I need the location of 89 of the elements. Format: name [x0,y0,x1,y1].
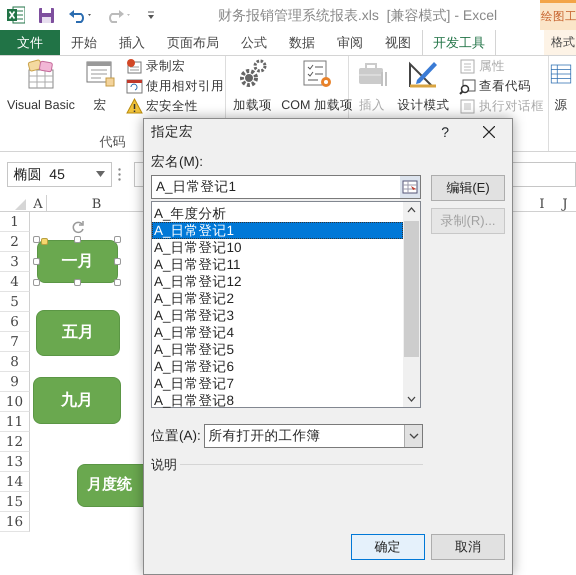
warning-icon [126,98,143,114]
macro-name-field[interactable]: A_日常登记1 [151,175,422,199]
save-icon[interactable] [38,6,54,24]
resize-handle[interactable] [33,258,40,264]
row-header[interactable]: 16 [0,512,30,532]
list-item[interactable]: A_日常登记1 [152,222,404,240]
ribbon-tab[interactable]: 文件 [0,29,60,55]
ribbon-button[interactable]: 宏 [81,56,120,130]
row-header[interactable]: 7 [0,332,30,352]
ribbon-button[interactable]: 源 [549,56,573,151]
ribbon-tab[interactable]: 数据 [278,29,326,55]
dialog-button[interactable]: 取消 [431,534,505,560]
ribbon-tab[interactable]: 插入 [108,29,156,55]
column-header[interactable]: A [30,195,47,211]
close-button[interactable] [483,126,495,138]
more-icon[interactable] [118,168,121,180]
dialog-button[interactable]: 确定 [350,534,424,560]
scroll-down-icon[interactable] [407,396,416,402]
list-item[interactable]: A_日常登记11 [152,256,404,274]
ribbon-tab[interactable]: 格式 [544,29,576,55]
resize-handle[interactable] [114,279,121,286]
list-icon [458,58,476,74]
resize-handle[interactable] [74,279,80,286]
resize-handle[interactable] [74,236,80,243]
picker-button[interactable] [400,176,420,198]
dropdown-arrow-icon [96,171,104,177]
dialog-title: 指定宏 [151,122,193,141]
ribbon-tab[interactable]: 视图 [374,29,422,55]
row-header[interactable]: 15 [0,492,30,512]
row-header[interactable]: 12 [0,432,30,452]
resize-handle[interactable] [33,279,40,286]
resize-handle[interactable] [114,236,121,243]
list-item[interactable]: A_日常登记4 [152,324,404,342]
list-item[interactable]: A_年度分析 [152,205,404,222]
row-header[interactable]: 13 [0,452,30,472]
ribbon-tab[interactable]: 开发工具 [422,28,496,55]
redo-icon [106,7,132,23]
row-header[interactable]: 8 [0,352,30,372]
list-item[interactable]: A_日常登记5 [152,341,404,358]
dialog-button[interactable]: 编辑(E) [431,175,505,201]
checklist-gear-icon [301,58,334,90]
row-header[interactable]: 6 [0,312,30,332]
list-item[interactable]: A_日常登记6 [152,358,404,376]
row-header[interactable]: 10 [0,392,30,412]
column-header[interactable]: I [530,195,554,211]
ribbon-button[interactable]: 使用相对引用 [126,76,224,96]
row-header[interactable]: 3 [0,252,30,272]
list-item[interactable]: A_日常登记7 [152,375,404,392]
ribbon-button[interactable]: 查看代码 [458,76,544,96]
adjust-handle[interactable] [41,238,48,245]
scroll-up-icon[interactable] [407,207,416,213]
window-title: 财务报销管理系统报表.xls [兼容模式] - Excel [216,6,498,25]
ribbon-button[interactable]: Visual Basic [4,56,78,130]
field-label: 宏名(M): [151,152,204,171]
excel-logo-icon[interactable] [6,6,24,24]
list-item[interactable]: A_日常登记10 [152,239,404,256]
column-header[interactable]: J [554,195,576,211]
row-header[interactable]: 11 [0,412,30,432]
list-item[interactable]: A_日常登记3 [152,307,404,324]
close-icon [483,126,495,138]
macro-list[interactable]: A_年度分析 A_日常登记1 A_日常登记10 A_日常登记11 A_日常登记12 A_日常登记2 A_日常登记3 A_日常登记4 A_日常登记5 A_日常登记6 A_日常登记7 A_日常登记8 [151,201,422,408]
customize-icon[interactable] [146,9,156,21]
ribbon-tab[interactable]: 公式 [230,29,278,55]
help-button[interactable]: ? [441,122,449,142]
resize-handle[interactable] [114,258,121,264]
record-icon [126,58,143,74]
search-icon [458,78,476,94]
list-item[interactable]: A_日常登记12 [152,273,404,290]
ribbon-button[interactable]: 录制宏 [126,56,224,76]
row-header[interactable]: 4 [0,272,30,292]
row-header[interactable]: 1 [0,212,30,232]
name-box[interactable]: 椭圆 45 [6,162,112,186]
resize-handle[interactable] [33,236,40,243]
ribbon-button[interactable]: 加载项 [230,56,275,151]
row-header[interactable]: 14 [0,472,30,492]
rotate-icon[interactable] [70,220,84,234]
row-header[interactable]: 9 [0,372,30,392]
list-item[interactable]: A_日常登记2 [152,290,404,308]
ribbon-tab[interactable]: 页面布局 [156,29,230,55]
ribbon-button[interactable]: 宏安全性 [126,96,224,116]
ribbon-tab[interactable]: 开始 [60,29,108,55]
row-header[interactable]: 5 [0,292,30,312]
list-item[interactable]: A_日常登记8 [152,392,404,410]
field-label: 位置(A): [151,426,202,445]
scrollbar-thumb[interactable] [404,221,420,357]
location-select[interactable]: 所有打开的工作簿 [204,424,423,448]
undo-icon[interactable] [68,7,94,23]
ribbon-tab[interactable]: 审阅 [326,29,374,55]
row-header[interactable]: 2 [0,232,30,252]
